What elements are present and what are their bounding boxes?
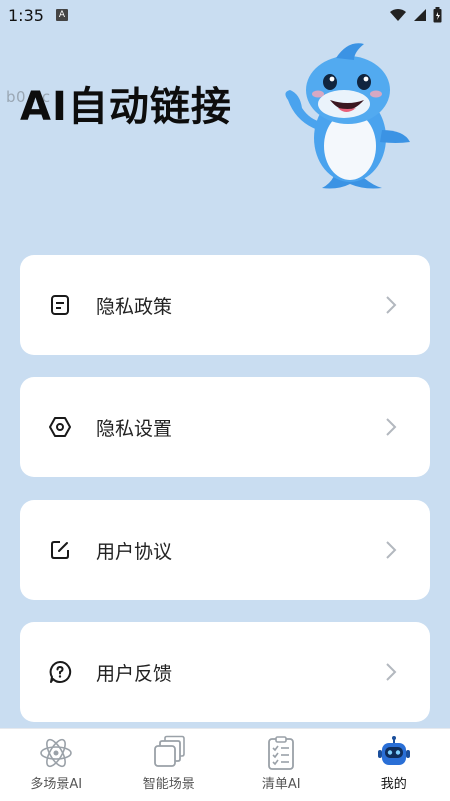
- atom-icon: [38, 735, 74, 771]
- question-bubble-icon: [48, 660, 72, 684]
- notification-icon: A: [56, 9, 68, 21]
- tab-label: 我的: [381, 773, 407, 792]
- tab-multi-scene-ai[interactable]: 多场景AI: [0, 729, 113, 801]
- menu-item-privacy-settings[interactable]: 隐私设置: [20, 377, 430, 477]
- battery-icon: [433, 7, 442, 23]
- tab-label: 多场景AI: [30, 773, 82, 792]
- menu-item-label: 隐私设置: [96, 414, 172, 441]
- chevron-right-icon: [384, 662, 398, 682]
- menu-item-label: 用户协议: [96, 537, 172, 564]
- settings-hex-icon: [48, 415, 72, 439]
- robot-icon: [376, 735, 412, 771]
- menu-item-privacy-policy[interactable]: 隐私政策: [20, 255, 430, 355]
- page-title: AI自动链接: [20, 74, 232, 132]
- document-icon: [48, 293, 72, 317]
- dolphin-mascot-image: [278, 38, 416, 192]
- chevron-right-icon: [384, 295, 398, 315]
- tab-label: 清单AI: [262, 773, 301, 792]
- tab-label: 智能场景: [143, 773, 195, 792]
- menu-item-label: 隐私政策: [96, 292, 172, 319]
- checklist-icon: [263, 735, 299, 771]
- signal-icon: [413, 8, 427, 22]
- tab-checklist-ai[interactable]: 清单AI: [225, 729, 338, 801]
- chevron-right-icon: [384, 417, 398, 437]
- tab-smart-scene[interactable]: 智能场景: [113, 729, 226, 801]
- wifi-icon: [389, 8, 407, 22]
- layers-icon: [151, 735, 187, 771]
- status-bar: 1:35 A: [0, 0, 450, 30]
- tab-mine[interactable]: 我的: [338, 729, 450, 801]
- menu-item-user-agreement[interactable]: 用户协议: [20, 500, 430, 600]
- menu-item-user-feedback[interactable]: 用户反馈: [20, 622, 430, 722]
- status-time: 1:35: [8, 6, 44, 25]
- bottom-tab-bar: 多场景AI 智能场景 清单AI: [0, 728, 450, 801]
- menu-item-label: 用户反馈: [96, 659, 172, 686]
- chevron-right-icon: [384, 540, 398, 560]
- edit-icon: [48, 538, 72, 562]
